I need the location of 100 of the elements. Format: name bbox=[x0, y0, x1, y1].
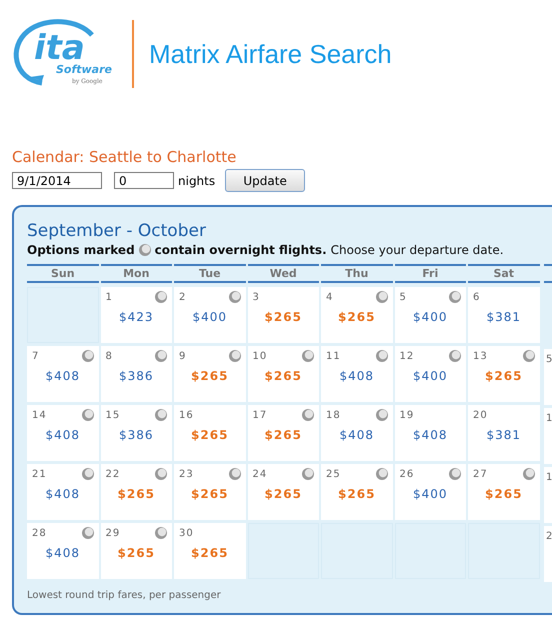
day-number: 27 bbox=[473, 469, 488, 480]
date-cell[interactable]: 27 $265 bbox=[468, 464, 540, 520]
date-cell[interactable]: 16 $265 bbox=[174, 405, 246, 461]
day-number: 4 bbox=[326, 292, 334, 303]
day-number: 15 bbox=[106, 410, 120, 421]
day-number: 29 bbox=[106, 528, 120, 539]
day-number: 25 bbox=[326, 469, 341, 480]
fare-price: $408 bbox=[338, 369, 376, 383]
fare-price: $408 bbox=[44, 369, 82, 383]
fare-price: $265 bbox=[190, 546, 230, 560]
update-button[interactable]: Update bbox=[225, 169, 306, 192]
fare-price: $400 bbox=[191, 310, 228, 324]
date-cell[interactable]: 6 $381 bbox=[468, 287, 540, 343]
day-number: 22 bbox=[106, 469, 120, 480]
date-cell[interactable]: 22 $265 bbox=[100, 464, 172, 520]
day-number: 14 bbox=[32, 410, 47, 421]
fare-price: $265 bbox=[264, 487, 303, 501]
day-number: 16 bbox=[179, 410, 194, 421]
fare-price: $408 bbox=[338, 428, 376, 442]
date-cell[interactable]: 30 $265 bbox=[174, 523, 246, 579]
note-text: Options marked bbox=[27, 243, 135, 257]
date-cell[interactable]: 12 $400 bbox=[394, 346, 466, 402]
date-cell[interactable]: 13 $265 bbox=[468, 346, 540, 402]
day-number: 3 bbox=[252, 292, 260, 303]
date-cell[interactable]: 20 $381 bbox=[468, 405, 540, 461]
date-cell[interactable]: 2 bbox=[544, 526, 552, 582]
day-number: 7 bbox=[32, 351, 40, 362]
date-field[interactable]: 9/1/2014 bbox=[12, 172, 102, 189]
date-cell[interactable]: 25 $265 bbox=[321, 464, 392, 520]
date-cell[interactable]: 24 $265 bbox=[248, 464, 319, 520]
date-cell[interactable]: 19 $408 bbox=[394, 405, 466, 461]
month-heading: September - October bbox=[27, 221, 207, 241]
date-cell[interactable]: 11 $408 bbox=[321, 346, 392, 402]
day-number: 1 bbox=[106, 292, 113, 303]
date-cell[interactable]: 15 $386 bbox=[100, 405, 172, 461]
app-title: Matrix Airfare Search bbox=[149, 38, 392, 70]
date-cell[interactable]: 10 $265 bbox=[248, 346, 319, 402]
fare-price: $265 bbox=[116, 546, 156, 560]
date-cell[interactable]: 26 $400 bbox=[394, 464, 466, 520]
date-cell[interactable]: 1 $423 bbox=[100, 287, 172, 343]
weekday-header: Mon bbox=[100, 264, 172, 283]
date-cell[interactable]: 21 $408 bbox=[27, 464, 98, 520]
date-cell[interactable]: 28 $408 bbox=[27, 523, 98, 579]
weekday-header: Wed bbox=[248, 264, 319, 283]
day-number: 28 bbox=[32, 528, 47, 539]
date-cell[interactable]: 2 $400 bbox=[174, 287, 246, 343]
day-number: 20 bbox=[473, 410, 488, 421]
empty-cell bbox=[248, 523, 319, 579]
weekday-header: Fri bbox=[394, 264, 466, 283]
fare-price: $265 bbox=[190, 487, 230, 501]
fare-price: $265 bbox=[190, 428, 230, 442]
date-cell[interactable]: 14 $408 bbox=[27, 405, 98, 461]
fare-price: $400 bbox=[412, 487, 449, 501]
day-number: 18 bbox=[326, 410, 341, 421]
day-number: 6 bbox=[473, 292, 480, 303]
fare-price: $381 bbox=[485, 428, 522, 442]
fare-price: $423 bbox=[118, 310, 155, 324]
day-number: 30 bbox=[179, 528, 194, 539]
date-cell[interactable]: 7 $408 bbox=[27, 346, 98, 402]
nights-label: nights bbox=[178, 174, 216, 188]
fare-price: $408 bbox=[44, 428, 82, 442]
day-number: 11 bbox=[326, 351, 341, 362]
fare-price: $265 bbox=[264, 369, 303, 383]
date-cell[interactable]: 23 $265 bbox=[174, 464, 246, 520]
day-number: 10 bbox=[252, 351, 268, 362]
date-cell[interactable]: 4 $265 bbox=[321, 287, 392, 343]
day-number: 23 bbox=[179, 469, 194, 480]
date-cell[interactable]: 18 $408 bbox=[321, 405, 392, 461]
day-number: 12 bbox=[400, 351, 414, 362]
day-number: 19 bbox=[400, 410, 414, 421]
fare-price: $400 bbox=[412, 369, 449, 383]
date-cell[interactable]: 29 $265 bbox=[100, 523, 172, 579]
day-number: 5 bbox=[400, 292, 407, 303]
day-number: 24 bbox=[252, 469, 268, 480]
date-cell[interactable]: 8 $386 bbox=[100, 346, 172, 402]
fare-price: $386 bbox=[118, 369, 155, 383]
note-text: contain overnight flights. bbox=[154, 243, 327, 257]
note-text: Choose your departure date. bbox=[330, 243, 504, 257]
day-number: 2 bbox=[546, 531, 552, 542]
fare-price: $400 bbox=[412, 310, 449, 324]
fare-price: $265 bbox=[337, 487, 376, 501]
calendar-title: Calendar: Seattle to Charlotte bbox=[12, 148, 238, 166]
fare-price: $408 bbox=[412, 428, 449, 442]
weekday-header: Tue bbox=[174, 264, 246, 283]
fare-price: $265 bbox=[337, 310, 376, 324]
day-number: 13 bbox=[473, 351, 488, 362]
footer-note: Lowest round trip fares, per passenger bbox=[27, 590, 222, 601]
day-number: 9 bbox=[179, 351, 186, 362]
day-number: 2 bbox=[179, 292, 186, 303]
fare-price: $265 bbox=[264, 310, 303, 324]
date-cell[interactable]: 3 $265 bbox=[248, 287, 319, 343]
day-number: 17 bbox=[252, 410, 268, 421]
nights-field[interactable]: 0 bbox=[114, 172, 174, 189]
weekday-header: Thu bbox=[321, 264, 392, 283]
fare-price: $381 bbox=[485, 310, 522, 324]
fare-price: $265 bbox=[190, 369, 230, 383]
date-cell[interactable]: 17 $265 bbox=[248, 405, 319, 461]
day-number: 8 bbox=[106, 351, 113, 362]
date-cell[interactable]: 9 $265 bbox=[174, 346, 246, 402]
date-cell[interactable]: 5 $400 bbox=[394, 287, 466, 343]
